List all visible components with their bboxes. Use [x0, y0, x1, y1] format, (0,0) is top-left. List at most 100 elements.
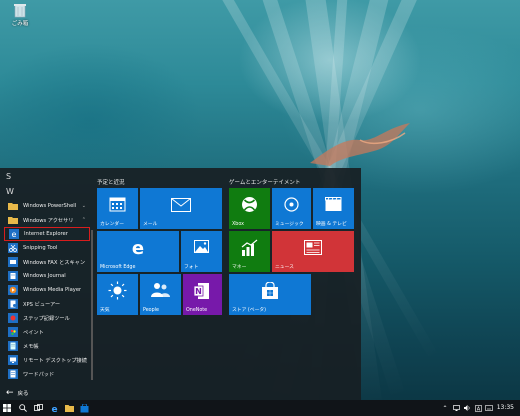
tray-keyboard[interactable]	[484, 400, 494, 416]
app-notepad[interactable]: メモ帳	[4, 339, 90, 353]
app-remote-desktop[interactable]: リモート デスクトップ接続	[4, 353, 90, 367]
taskbar-clock[interactable]: 13:35	[497, 404, 514, 411]
taskbar-store[interactable]	[77, 400, 91, 416]
steps-recorder-icon	[8, 313, 18, 323]
recycle-bin-desktop-icon[interactable]: ごみ箱	[6, 3, 34, 27]
tile-news[interactable]: ニュース	[272, 231, 354, 272]
chevron-down-icon[interactable]: ⌄	[82, 203, 86, 209]
chevron-up-icon[interactable]: ⌃	[82, 217, 86, 223]
app-label: XPS ビューアー	[23, 301, 61, 308]
tile-money[interactable]: マネー	[229, 231, 270, 272]
back-arrow-icon: ←	[6, 388, 14, 398]
app-xps-viewer[interactable]: XPS ビューアー	[4, 297, 90, 311]
app-label: Windows PowerShell	[23, 203, 77, 209]
mermaid-fin-decoration	[310, 123, 410, 166]
group-header-play[interactable]: ゲームとエンターテイメント	[229, 178, 300, 186]
app-snipping-tool[interactable]: Snipping Tool	[4, 241, 90, 255]
taskbar-edge[interactable]: e	[47, 400, 61, 416]
edge-icon: e	[51, 405, 57, 413]
calendar-icon	[109, 197, 126, 212]
tile-xbox[interactable]: Xbox	[229, 188, 270, 229]
tray-network[interactable]	[451, 400, 461, 416]
app-windows-accessories[interactable]: Windows アクセサリ ⌃	[4, 213, 90, 227]
task-view-button[interactable]	[31, 400, 45, 416]
search-button[interactable]	[16, 400, 30, 416]
tray-chevron[interactable]: ⌃	[440, 400, 450, 416]
app-label: リモート デスクトップ接続	[23, 357, 87, 364]
tile-movies-tv[interactable]: 映画 & テレビ	[313, 188, 354, 229]
app-paint[interactable]: ペイント	[4, 325, 90, 339]
tile-calendar[interactable]: カレンダー	[97, 188, 138, 229]
svg-text:e: e	[132, 239, 144, 257]
app-label: ステップ記録ツール	[23, 315, 70, 322]
internet-explorer-icon: e	[9, 229, 19, 239]
ime-icon: A	[474, 404, 482, 412]
svg-text:e: e	[51, 405, 57, 413]
section-header-w[interactable]: W	[6, 187, 14, 196]
tile-label: ミュージック	[275, 222, 304, 227]
app-windows-powershell[interactable]: Windows PowerShell ⌄	[4, 199, 90, 213]
tray-ime[interactable]: A	[473, 400, 483, 416]
folder-icon	[8, 201, 18, 211]
remote-desktop-icon	[8, 355, 18, 365]
section-header-s[interactable]: S	[6, 172, 11, 181]
tile-onenote[interactable]: N OneNote	[183, 274, 222, 315]
keyboard-icon	[485, 405, 493, 411]
network-icon	[452, 405, 460, 411]
app-list-scrollbar[interactable]	[91, 230, 93, 380]
music-icon	[284, 197, 299, 212]
mail-icon	[171, 198, 191, 212]
app-label: Windows Media Player	[23, 287, 82, 293]
onenote-icon: N	[194, 283, 209, 299]
store-icon	[262, 282, 278, 299]
film-icon	[325, 197, 342, 211]
folder-icon	[8, 215, 18, 225]
app-internet-explorer[interactable]: e Internet Explorer	[4, 227, 90, 241]
tile-people[interactable]: People	[140, 274, 181, 315]
app-list: S W Windows PowerShell ⌄ Windows アクセサリ ⌃…	[0, 168, 90, 384]
tile-mail[interactable]: メール	[140, 188, 222, 229]
taskbar-file-explorer[interactable]	[62, 400, 76, 416]
tile-label: Xbox	[232, 222, 244, 227]
windows-logo-icon	[3, 404, 11, 412]
app-label: Internet Explorer	[24, 231, 68, 237]
app-steps-recorder[interactable]: ステップ記録ツール	[4, 311, 90, 325]
start-button[interactable]	[0, 400, 14, 416]
app-windows-media-player[interactable]: Windows Media Player	[4, 283, 90, 297]
tile-label: カレンダー	[100, 222, 124, 227]
tile-photos[interactable]: フォト	[181, 231, 222, 272]
app-label: Windows Journal	[23, 273, 66, 279]
app-windows-journal[interactable]: Windows Journal	[4, 269, 90, 283]
speaker-icon	[463, 405, 470, 411]
group-header-life[interactable]: 予定と近況	[97, 178, 125, 186]
search-icon	[19, 404, 27, 412]
tile-label: People	[143, 308, 159, 313]
newspaper-icon	[304, 240, 322, 255]
xbox-icon	[242, 197, 257, 212]
tile-label: ストア (ベータ)	[232, 308, 267, 313]
tray-volume[interactable]	[462, 400, 472, 416]
people-icon	[151, 283, 170, 297]
tile-weather[interactable]: 天気	[97, 274, 138, 315]
tile-music[interactable]: ミュージック	[272, 188, 311, 229]
app-label: Snipping Tool	[23, 245, 58, 251]
app-label: ワードパッド	[23, 371, 55, 378]
folder-icon	[64, 405, 74, 412]
back-button[interactable]: ← 戻る	[0, 386, 90, 400]
journal-icon	[8, 271, 18, 281]
xps-viewer-icon	[8, 299, 18, 309]
media-player-icon	[8, 285, 18, 295]
back-label: 戻る	[17, 391, 29, 397]
chevron-up-icon: ⌃	[442, 404, 448, 412]
sun-icon	[108, 281, 127, 300]
edge-icon: e	[132, 239, 144, 257]
app-wordpad[interactable]: ワードパッド	[4, 367, 90, 381]
tile-label: メール	[143, 222, 158, 227]
app-windows-fax-scan[interactable]: Windows FAX とスキャン	[4, 255, 90, 269]
app-label: メモ帳	[23, 343, 39, 350]
tile-microsoft-edge[interactable]: e Microsoft Edge	[97, 231, 179, 272]
svg-text:e: e	[12, 230, 17, 239]
recycle-bin-label: ごみ箱	[11, 21, 29, 27]
tile-store[interactable]: ストア (ベータ)	[229, 274, 311, 315]
svg-text:A: A	[476, 406, 480, 412]
